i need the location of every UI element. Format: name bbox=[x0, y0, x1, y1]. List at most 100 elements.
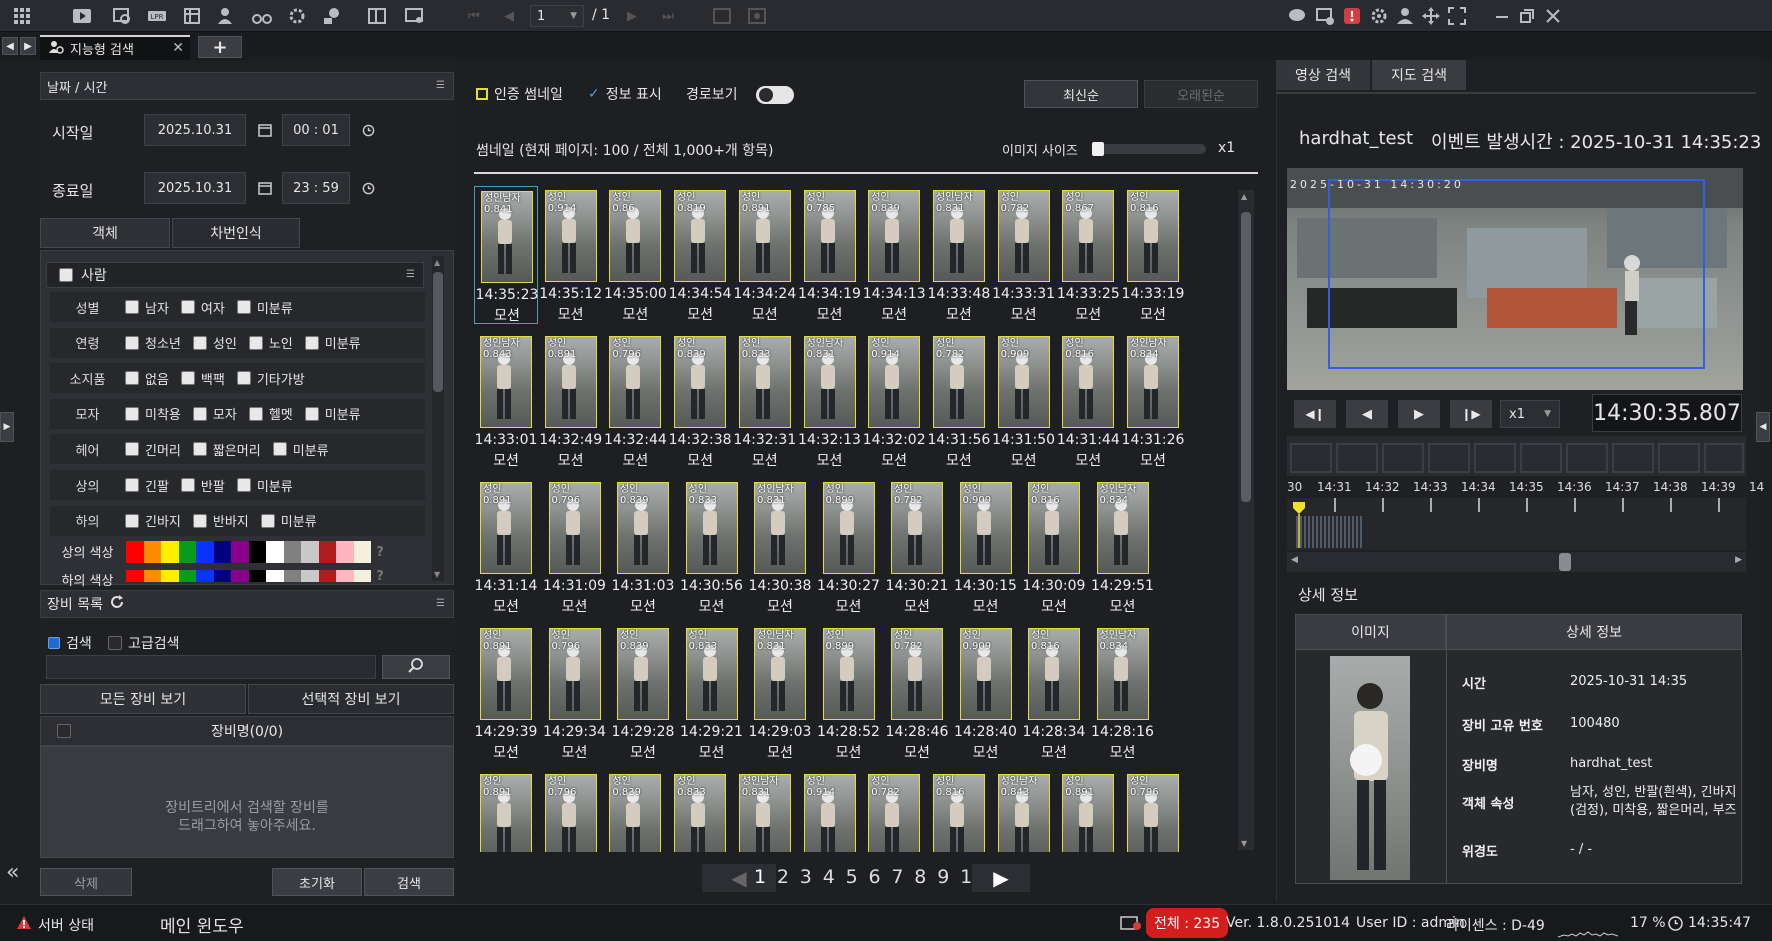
filter-option[interactable]: 반팔 bbox=[180, 476, 225, 495]
thumbnail-item[interactable]: 성인 0.909 14:31:50 모션 bbox=[992, 332, 1056, 470]
filter-option-checkbox[interactable] bbox=[236, 300, 251, 314]
tab-object[interactable]: 객체 bbox=[40, 218, 170, 248]
page-link[interactable]: 8 bbox=[914, 866, 926, 888]
filter-option[interactable]: 짧은머리 bbox=[192, 440, 261, 459]
timeline-scrollbar[interactable]: ◀ ▶ bbox=[1287, 552, 1746, 572]
device-search-input[interactable] bbox=[46, 655, 376, 679]
collapse-menu-icon[interactable]: ☰ bbox=[436, 598, 445, 609]
map-person-icon[interactable] bbox=[320, 4, 344, 28]
thumbnail-item[interactable]: 성인남자 0.834 14:31:26 모션 bbox=[1121, 332, 1185, 470]
add-tab-button[interactable]: + bbox=[198, 36, 242, 58]
thumbnail-item[interactable]: 성인 0.891 14:34:24 모션 bbox=[733, 186, 797, 324]
thumbnail-item[interactable]: 성인 0.833 14:32:31 모션 bbox=[733, 332, 797, 470]
thumbnail-item[interactable]: 성인 0.891 14:31:14 모션 bbox=[474, 478, 538, 616]
screen-settings-icon[interactable] bbox=[402, 4, 426, 28]
chat-icon[interactable] bbox=[1285, 4, 1309, 28]
layout-icon[interactable] bbox=[365, 4, 389, 28]
gear-icon[interactable] bbox=[1367, 4, 1391, 28]
delete-button[interactable]: 삭제 bbox=[40, 868, 132, 896]
thumbnail-item[interactable]: 성인남자 0.834 14:29:51 모션 bbox=[1091, 478, 1155, 616]
sync-icon[interactable] bbox=[710, 4, 734, 28]
thumbnail-item[interactable]: 성인 0.782 bbox=[862, 770, 926, 852]
device-select-all-checkbox[interactable] bbox=[57, 724, 71, 738]
thumbnail-item[interactable]: 성인 0.782 14:30:21 모션 bbox=[885, 478, 949, 616]
color-swatch[interactable] bbox=[178, 570, 196, 582]
close-tab-icon[interactable]: ✕ bbox=[172, 40, 184, 56]
filter-option-checkbox[interactable] bbox=[192, 442, 207, 457]
sort-newest-button[interactable]: 최신순 bbox=[1024, 80, 1138, 108]
thumbnail-item[interactable]: 성인 0.891 bbox=[474, 770, 538, 852]
color-swatch[interactable] bbox=[143, 541, 161, 563]
color-swatch[interactable] bbox=[301, 570, 319, 582]
advanced-search-checkbox[interactable]: 고급검색 bbox=[108, 633, 180, 653]
thumbnail-item[interactable]: 성인남자 0.831 14:30:38 모션 bbox=[748, 478, 812, 616]
thumbnail-item[interactable]: 성인남자 0.843 14:33:01 모션 bbox=[474, 332, 538, 470]
color-swatch[interactable] bbox=[231, 570, 249, 582]
filter-option-checkbox[interactable] bbox=[180, 478, 195, 492]
tab-map-search[interactable]: 지도 검색 bbox=[1372, 60, 1466, 90]
tab-smart-search[interactable]: 지능형 검색 ✕ bbox=[40, 35, 190, 60]
left-panel-toggle-icon[interactable]: ▶ bbox=[0, 412, 14, 442]
filter-option-checkbox[interactable] bbox=[180, 300, 195, 314]
filter-option[interactable]: 성인 bbox=[192, 333, 237, 352]
unknown-color-icon[interactable]: ? bbox=[371, 541, 389, 563]
thumbnail-item[interactable]: 성인 0.796 14:31:09 모션 bbox=[543, 478, 607, 616]
filter-option-checkbox[interactable] bbox=[260, 513, 275, 528]
filter-option-checkbox[interactable] bbox=[125, 406, 139, 421]
filter-option-checkbox[interactable] bbox=[125, 513, 139, 528]
filter-option[interactable]: 미분류 bbox=[304, 404, 361, 423]
tab-video-search[interactable]: 영상 검색 bbox=[1276, 60, 1370, 90]
alarm-icon[interactable] bbox=[1340, 4, 1364, 28]
thumbnail-item[interactable]: 성인 0.909 14:28:40 모션 bbox=[954, 624, 1018, 762]
filter-option-checkbox[interactable] bbox=[125, 478, 139, 492]
filter-option-checkbox[interactable] bbox=[180, 371, 195, 386]
thumbnail-item[interactable]: 성인 0.796 14:32:44 모션 bbox=[603, 332, 667, 470]
thumbnail-item[interactable]: 성인남자 0.831 14:29:03 모션 bbox=[748, 624, 812, 762]
filter-option[interactable]: 미분류 bbox=[236, 298, 293, 317]
filter-option[interactable]: 긴바지 bbox=[125, 511, 181, 530]
color-swatch[interactable] bbox=[266, 570, 284, 582]
thumbnail-item[interactable]: 성인 0.914 bbox=[798, 770, 862, 852]
timeline-track[interactable] bbox=[1287, 498, 1746, 550]
color-swatch[interactable] bbox=[126, 570, 144, 582]
page-link[interactable]: 5 bbox=[846, 866, 858, 888]
thumbnail-item[interactable]: 성인 0.796 bbox=[539, 770, 603, 852]
filter-option-checkbox[interactable] bbox=[272, 442, 287, 457]
color-swatch[interactable] bbox=[318, 570, 336, 582]
user-icon[interactable] bbox=[1393, 4, 1417, 28]
thumbnail-item[interactable]: 성인 0.839 14:32:38 모션 bbox=[668, 332, 732, 470]
device-drop-area[interactable]: 장비트리에서 검색할 장비를 드래그하여 놓아주세요. bbox=[40, 746, 454, 858]
color-swatch[interactable] bbox=[178, 541, 196, 563]
thumbnail-item[interactable]: 성인 0.909 14:30:15 모션 bbox=[954, 478, 1018, 616]
end-date-input[interactable]: 2025.10.31 bbox=[144, 172, 246, 204]
person-search-icon[interactable] bbox=[215, 4, 239, 28]
last-page-icon[interactable]: ⏭ bbox=[656, 4, 680, 28]
play-forward-button[interactable]: ▶ bbox=[1398, 400, 1440, 428]
filter-option[interactable]: 긴머리 bbox=[125, 440, 181, 459]
color-swatch[interactable] bbox=[301, 541, 319, 563]
thumbnail-item[interactable]: 성인 0.796 14:29:34 모션 bbox=[543, 624, 607, 762]
tab-plate-recognition[interactable]: 차번인식 bbox=[172, 218, 300, 248]
info-display-toggle[interactable]: ✓ 정보 표시 bbox=[588, 84, 662, 104]
filter-option-checkbox[interactable] bbox=[236, 478, 251, 492]
record-icon[interactable] bbox=[745, 4, 769, 28]
filter-option-checkbox[interactable] bbox=[125, 371, 139, 386]
thumbnail-item[interactable]: 성인 0.86 14:35:00 모션 bbox=[603, 186, 667, 324]
server-status[interactable]: 서버 상태 bbox=[38, 915, 94, 935]
filter-option[interactable]: 기타가방 bbox=[236, 369, 305, 388]
filter-option-checkbox[interactable] bbox=[192, 513, 207, 528]
thumbnail-item[interactable]: 성인남자 0.831 bbox=[733, 770, 797, 852]
collapse-left-panel-icon[interactable]: « bbox=[6, 860, 19, 885]
play-backward-button[interactable]: ◀ bbox=[1346, 400, 1388, 428]
filter-option[interactable]: 미분류 bbox=[304, 333, 361, 352]
collapse-menu-icon[interactable]: ☰ bbox=[436, 80, 445, 91]
page-link[interactable]: 6 bbox=[869, 866, 881, 888]
thumbnail-item[interactable]: 성인 0.839 14:31:03 모션 bbox=[611, 478, 675, 616]
filter-option-checkbox[interactable] bbox=[125, 300, 139, 314]
color-swatch[interactable] bbox=[161, 570, 179, 582]
first-page-icon[interactable]: ⏮ bbox=[462, 4, 486, 28]
person-checkbox[interactable] bbox=[59, 268, 73, 282]
tab-selected-devices[interactable]: 선택적 장비 보기 bbox=[248, 684, 454, 714]
filter-option[interactable]: 긴팔 bbox=[125, 476, 169, 495]
filter-scrollbar[interactable]: ▲ ▼ bbox=[432, 256, 444, 581]
